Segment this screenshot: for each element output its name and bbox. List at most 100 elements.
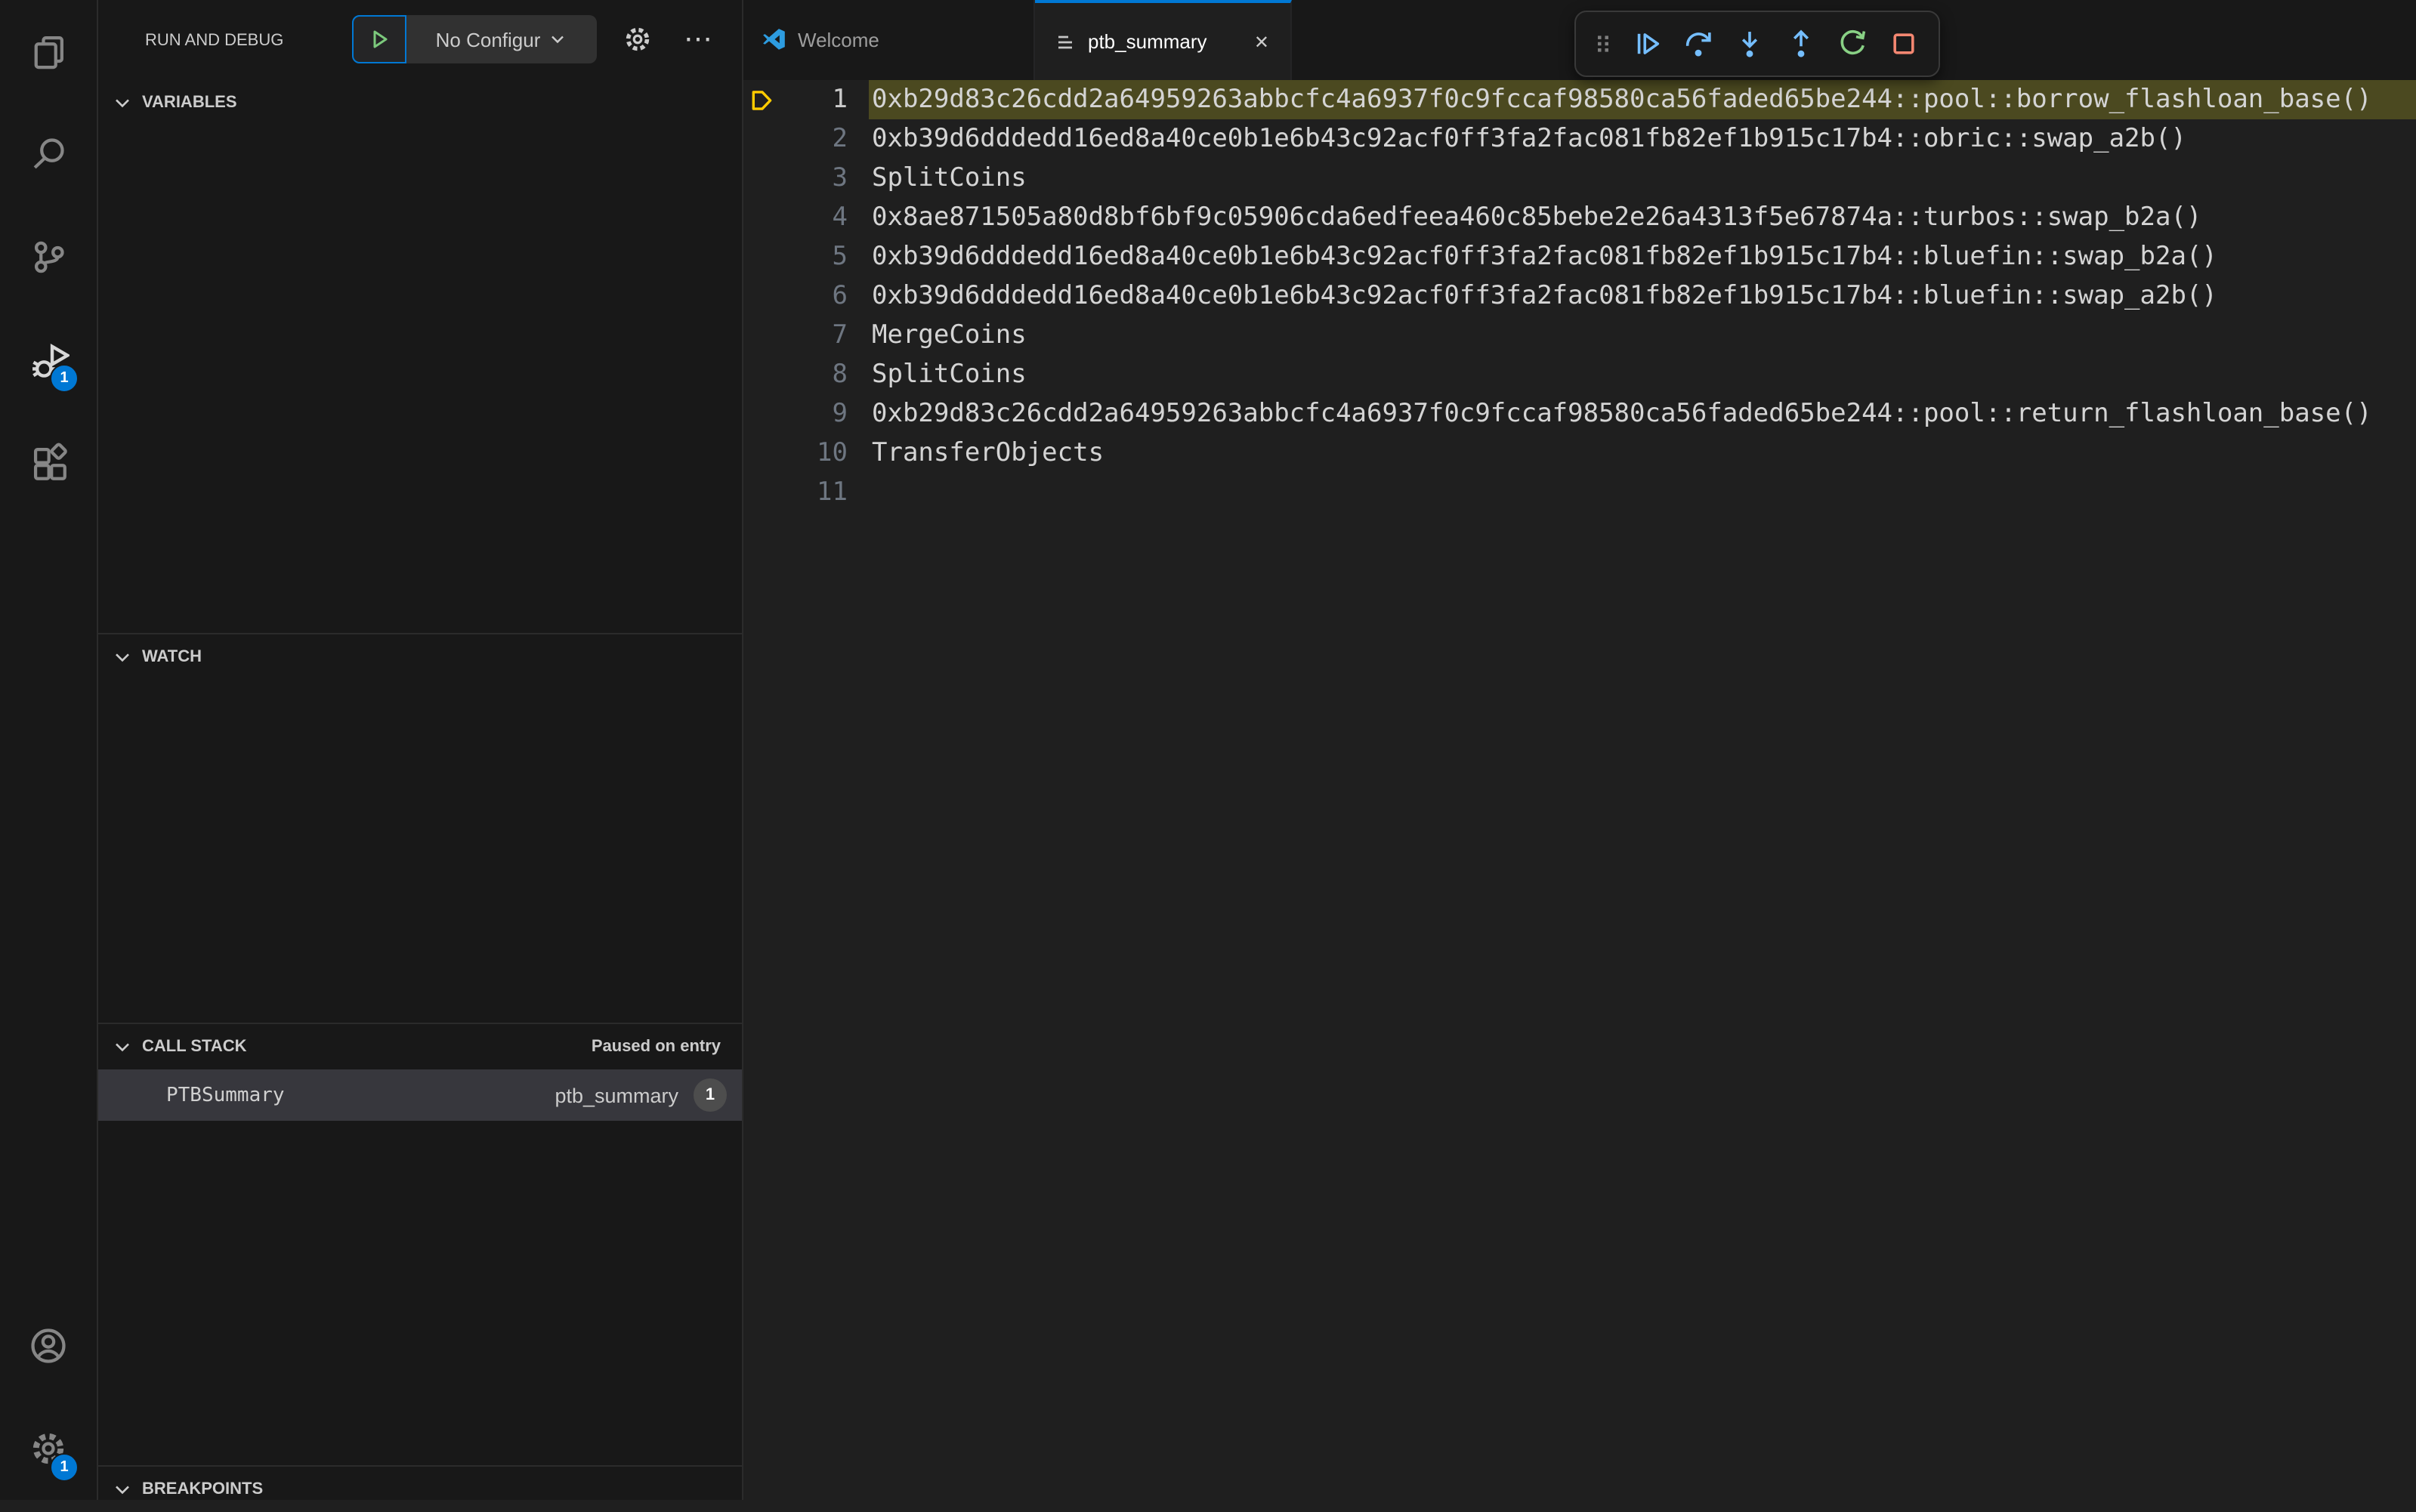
vscode-window: 1 1 RUN AND DEBUG No Configur ⋯ VARIABLE… xyxy=(0,0,2416,1500)
code-line[interactable]: 5 0xb39d6dddedd16ed8a40ce0b1e6b43c92acf0… xyxy=(743,237,2416,276)
breakpoints-section-header[interactable]: BREAKPOINTS xyxy=(98,1467,742,1512)
search-icon xyxy=(29,134,68,174)
stop-icon xyxy=(1887,27,1920,60)
chevron-down-icon xyxy=(110,1035,134,1059)
line-text: 0xb39d6dddedd16ed8a40ce0b1e6b43c92acf0ff… xyxy=(872,242,2217,272)
watch-section-header[interactable]: WATCH xyxy=(98,634,742,680)
tab-label: ptb_summary xyxy=(1088,30,1207,53)
activity-run-and-debug-button[interactable]: 1 xyxy=(0,308,97,411)
chevron-down-icon xyxy=(110,1477,134,1501)
play-icon xyxy=(367,27,391,51)
chevron-down-icon xyxy=(110,645,134,669)
continue-button[interactable] xyxy=(1621,17,1673,71)
breakpoints-section-label: BREAKPOINTS xyxy=(142,1480,264,1498)
code-editor[interactable]: 1 0xb29d83c26cdd2a64959263abbcfc4a6937f0… xyxy=(743,80,2416,1500)
step-into-button[interactable] xyxy=(1724,17,1775,71)
stack-frame-name: PTBSummary xyxy=(166,1084,285,1106)
line-number[interactable]: 4 xyxy=(780,198,848,237)
stack-frame-source: ptb_summary xyxy=(555,1084,678,1106)
line-number[interactable]: 1 xyxy=(780,80,848,119)
settings-badge: 1 xyxy=(50,1453,79,1482)
tab-label: Welcome xyxy=(798,29,879,51)
activity-bar: 1 1 xyxy=(0,0,98,1500)
line-number[interactable]: 6 xyxy=(780,276,848,316)
continue-icon xyxy=(1630,27,1664,60)
open-launch-json-gear-button[interactable] xyxy=(615,15,660,63)
code-line[interactable]: 8 SplitCoins xyxy=(743,355,2416,394)
editor-group: Welcome ptb_summary ✕ 1 0xb29d83c26cdd2a… xyxy=(743,0,2416,1500)
step-out-icon xyxy=(1784,27,1818,60)
call-stack-section: CALL STACK Paused on entry PTBSummary pt… xyxy=(98,1023,742,1465)
line-number[interactable]: 3 xyxy=(780,159,848,198)
views-and-more-actions-button[interactable]: ⋯ xyxy=(672,15,724,63)
line-text: 0xb39d6dddedd16ed8a40ce0b1e6b43c92acf0ff… xyxy=(872,124,2186,154)
sidebar-title: RUN AND DEBUG xyxy=(145,31,284,49)
step-over-icon xyxy=(1682,27,1715,60)
step-into-icon xyxy=(1733,27,1766,60)
line-number[interactable]: 2 xyxy=(780,119,848,159)
stop-button[interactable] xyxy=(1878,17,1929,71)
code-line[interactable]: 10 TransferObjects xyxy=(743,434,2416,473)
tab-welcome[interactable]: Welcome xyxy=(743,0,1035,80)
activity-search-button[interactable] xyxy=(0,103,97,205)
debug-pause-status: Paused on entry xyxy=(591,1038,721,1056)
line-number[interactable]: 9 xyxy=(780,394,848,434)
extensions-icon xyxy=(29,443,68,482)
code-line[interactable]: 3 SplitCoins xyxy=(743,159,2416,198)
restart-button[interactable] xyxy=(1827,17,1878,71)
step-out-button[interactable] xyxy=(1775,17,1827,71)
activity-accounts-button[interactable] xyxy=(0,1294,97,1397)
line-number[interactable]: 10 xyxy=(780,434,848,473)
tab-ptb-summary[interactable]: ptb_summary ✕ xyxy=(1035,0,1292,80)
code-line[interactable]: 11 xyxy=(743,473,2416,512)
step-over-button[interactable] xyxy=(1673,17,1724,71)
start-debugging-button[interactable] xyxy=(352,15,406,63)
breakpoints-section: BREAKPOINTS xyxy=(98,1465,742,1512)
call-stack-section-header[interactable]: CALL STACK Paused on entry xyxy=(98,1024,742,1069)
variables-section-header[interactable]: VARIABLES xyxy=(98,80,742,125)
line-text: SplitCoins xyxy=(872,163,1027,193)
code-line[interactable]: 4 0x8ae871505a80d8bf6bf9c05906cda6edfeea… xyxy=(743,198,2416,237)
toolbar-drag-handle[interactable] xyxy=(1585,17,1621,71)
stack-frame-line-badge: 1 xyxy=(694,1078,727,1112)
stack-frame-row[interactable]: PTBSummary ptb_summary 1 xyxy=(98,1069,742,1121)
debug-current-line-arrow-icon xyxy=(749,87,780,113)
line-text: 0xb29d83c26cdd2a64959263abbcfc4a6937f0c9… xyxy=(869,80,2416,119)
watch-section-label: WATCH xyxy=(142,648,202,666)
line-text: MergeCoins xyxy=(872,320,1027,350)
activity-extensions-button[interactable] xyxy=(0,411,97,514)
line-text: 0x8ae871505a80d8bf6bf9c05906cda6edfeea46… xyxy=(872,202,2202,233)
activity-explorer-button[interactable] xyxy=(0,0,97,103)
line-number[interactable]: 8 xyxy=(780,355,848,394)
call-stack-section-label: CALL STACK xyxy=(142,1038,247,1056)
code-line[interactable]: 7 MergeCoins xyxy=(743,316,2416,355)
chevron-down-icon xyxy=(110,91,134,115)
debug-configuration-dropdown[interactable]: No Configur xyxy=(406,15,597,63)
debug-count-badge: 1 xyxy=(50,364,79,393)
line-text: SplitCoins xyxy=(872,359,1027,390)
chevron-down-icon xyxy=(546,29,567,50)
debug-launch-control: No Configur xyxy=(352,15,597,63)
configuration-label: No Configur xyxy=(435,28,541,51)
code-line[interactable]: 1 0xb29d83c26cdd2a64959263abbcfc4a6937f0… xyxy=(743,80,2416,119)
variables-section: VARIABLES xyxy=(98,80,742,633)
activity-settings-button[interactable]: 1 xyxy=(0,1397,97,1500)
files-icon xyxy=(29,32,68,71)
debug-toolbar xyxy=(1574,11,1940,77)
activity-source-control-button[interactable] xyxy=(0,205,97,308)
variables-section-label: VARIABLES xyxy=(142,94,237,112)
line-number[interactable]: 11 xyxy=(780,473,848,512)
list-file-icon xyxy=(1053,29,1077,54)
code-line[interactable]: 2 0xb39d6dddedd16ed8a40ce0b1e6b43c92acf0… xyxy=(743,119,2416,159)
code-line[interactable]: 6 0xb39d6dddedd16ed8a40ce0b1e6b43c92acf0… xyxy=(743,276,2416,316)
account-icon xyxy=(29,1326,68,1365)
line-text: 0xb39d6dddedd16ed8a40ce0b1e6b43c92acf0ff… xyxy=(872,281,2217,311)
sidebar-title-bar: RUN AND DEBUG No Configur ⋯ xyxy=(98,0,742,80)
gear-icon xyxy=(623,24,653,54)
line-text: TransferObjects xyxy=(872,438,1105,468)
code-line[interactable]: 9 0xb29d83c26cdd2a64959263abbcfc4a6937f0… xyxy=(743,394,2416,434)
line-text: 0xb29d83c26cdd2a64959263abbcfc4a6937f0c9… xyxy=(872,399,2372,429)
close-icon[interactable]: ✕ xyxy=(1251,28,1272,55)
line-number[interactable]: 7 xyxy=(780,316,848,355)
line-number[interactable]: 5 xyxy=(780,237,848,276)
